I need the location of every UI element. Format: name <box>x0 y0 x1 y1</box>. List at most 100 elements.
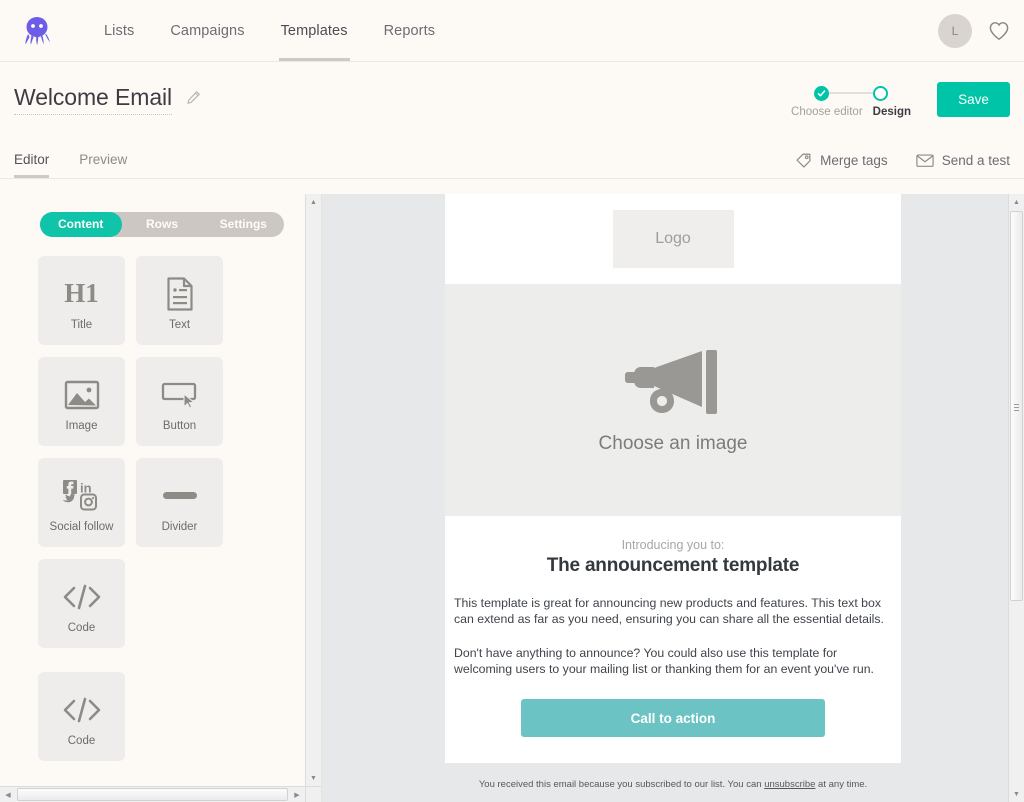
app-logo[interactable] <box>6 15 68 47</box>
logo-placeholder[interactable]: Logo <box>612 210 734 268</box>
divider-bar-icon <box>162 473 197 519</box>
block-button[interactable]: Button <box>136 357 223 446</box>
block-label: Image <box>65 419 98 432</box>
nav-item-label: Campaigns <box>170 22 245 39</box>
editor-tab-bar: Editor Preview Merge tags Send a test <box>0 137 1024 179</box>
scroll-thumb-grip <box>1014 402 1019 413</box>
scroll-up-arrow-icon[interactable]: ▲ <box>1009 194 1024 210</box>
stepper-step-2-label: Design <box>872 105 911 118</box>
sidebar-horizontal-scroll-thumb[interactable] <box>17 788 288 801</box>
segment-content[interactable]: Content <box>40 212 121 237</box>
octopus-logo-icon <box>25 16 50 45</box>
avatar-initial: L <box>951 23 959 38</box>
footer-suffix-text: at any time. <box>815 779 868 790</box>
primary-nav-items: Lists Campaigns Templates Reports <box>86 0 453 61</box>
stepper-dots <box>814 85 889 101</box>
top-navigation-bar: Lists Campaigns Templates Reports L <box>0 0 1024 62</box>
call-to-action-button[interactable]: Call to action <box>521 699 825 737</box>
document-text-icon <box>166 271 194 317</box>
top-nav-right-group: L <box>938 0 1010 61</box>
block-label: Button <box>162 419 197 432</box>
merge-tags-label: Merge tags <box>820 153 888 168</box>
block-divider[interactable]: Divider <box>136 458 223 547</box>
block-label: Text <box>168 318 191 331</box>
scroll-up-arrow-icon[interactable]: ▲ <box>306 194 321 210</box>
stepper-labels: Choose editor Design <box>791 106 911 118</box>
tab-label: Editor <box>14 152 50 167</box>
scroll-right-arrow-icon[interactable]: ▶ <box>289 787 305 802</box>
email-cta-row: Call to action <box>454 677 892 763</box>
heart-icon <box>989 21 1009 40</box>
send-a-test-label: Send a test <box>941 153 1010 168</box>
email-paragraph-1: This template is great for announcing ne… <box>454 596 884 626</box>
avatar[interactable]: L <box>938 13 972 48</box>
editor-tab-bar-actions: Merge tags Send a test <box>795 152 1010 169</box>
tab-editor[interactable]: Editor <box>14 152 53 178</box>
favorites-button[interactable] <box>988 21 1010 41</box>
block-image[interactable]: Image <box>38 357 125 446</box>
sidebar-vertical-scrollbar[interactable]: ▲ ▼ <box>305 194 321 802</box>
block-label: Code <box>67 621 96 634</box>
nav-item-campaigns[interactable]: Campaigns <box>152 0 262 61</box>
email-text-block[interactable]: Introducing you to: The announcement tem… <box>445 516 901 763</box>
nav-item-lists[interactable]: Lists <box>86 0 152 61</box>
block-palette: H1 Title Text Image Button in Social fol… <box>0 237 300 761</box>
block-label: Code <box>67 734 96 747</box>
scroll-left-arrow-icon[interactable]: ◀ <box>0 787 16 802</box>
merge-tags-button[interactable]: Merge tags <box>795 152 888 169</box>
choose-image-label: Choose an image <box>598 433 748 454</box>
editor-workspace: Content Rows Settings H1 Title Text Imag… <box>0 194 1024 802</box>
document-title-bar: Welcome Email Choose editor Design Save <box>0 62 1024 137</box>
tag-icon <box>796 153 811 168</box>
block-code-1[interactable]: Code <box>38 559 125 648</box>
block-label: Divider <box>161 520 198 533</box>
block-text[interactable]: Text <box>136 256 223 345</box>
scroll-down-arrow-icon[interactable]: ▼ <box>306 770 321 786</box>
email-paragraph-2: Don't have anything to announce? You cou… <box>454 646 874 676</box>
segment-rows[interactable]: Rows <box>121 212 202 237</box>
panel-segmented-control: Content Rows Settings <box>40 212 284 237</box>
nav-item-templates[interactable]: Templates <box>263 0 366 61</box>
editor-stepper: Choose editor Design <box>791 82 911 118</box>
panel-segmented-control-wrap: Content Rows Settings <box>0 194 321 237</box>
title-bar-actions: Choose editor Design Save <box>791 62 1010 137</box>
email-preview-canvas: Logo Choose an image Introducing you to:… <box>322 194 1024 802</box>
stepper-step-2-dot[interactable] <box>873 85 889 101</box>
megaphone-icon <box>625 350 717 414</box>
tab-preview[interactable]: Preview <box>79 152 131 178</box>
nav-item-label: Lists <box>104 22 135 39</box>
stepper-step-1-label: Choose editor <box>791 105 863 118</box>
block-label: Social follow <box>49 520 114 533</box>
social-networks-icon: in <box>62 473 102 519</box>
block-label: Title <box>70 318 93 331</box>
save-button[interactable]: Save <box>937 82 1010 117</box>
footer-legal-text: You received this email because you subs… <box>455 779 891 790</box>
unsubscribe-link[interactable]: unsubscribe <box>764 779 815 790</box>
block-code-2[interactable]: Code <box>38 672 125 761</box>
button-cursor-icon <box>161 372 199 418</box>
block-social-follow[interactable]: in Social follow <box>38 458 125 547</box>
pencil-icon <box>187 91 200 104</box>
email-headline: The announcement template <box>546 555 800 576</box>
heading-h1-icon: H1 <box>64 278 99 308</box>
nav-item-reports[interactable]: Reports <box>366 0 453 61</box>
svg-text:in: in <box>80 480 92 495</box>
edit-title-button[interactable] <box>186 90 201 109</box>
scrollbar-corner <box>305 786 321 802</box>
stepper-step-1-dot[interactable] <box>814 85 830 101</box>
scroll-down-arrow-icon[interactable]: ▼ <box>1009 786 1024 802</box>
check-icon <box>817 89 826 96</box>
canvas-vertical-scroll-thumb[interactable] <box>1010 211 1023 601</box>
canvas-vertical-scrollbar[interactable]: ▲ ▼ <box>1008 194 1024 802</box>
stepper-connector <box>829 92 874 94</box>
nav-item-label: Reports <box>383 22 436 39</box>
email-template: Logo Choose an image Introducing you to:… <box>445 194 901 802</box>
block-title[interactable]: H1 Title <box>38 256 125 345</box>
email-image-row[interactable]: Choose an image <box>445 284 901 516</box>
envelope-icon <box>916 154 934 167</box>
send-a-test-button[interactable]: Send a test <box>916 153 1010 168</box>
page-title[interactable]: Welcome Email <box>14 84 172 115</box>
sidebar-horizontal-scrollbar[interactable]: ◀ ▶ <box>0 786 305 802</box>
email-logo-row[interactable]: Logo <box>445 194 901 284</box>
segment-settings[interactable]: Settings <box>203 212 284 237</box>
